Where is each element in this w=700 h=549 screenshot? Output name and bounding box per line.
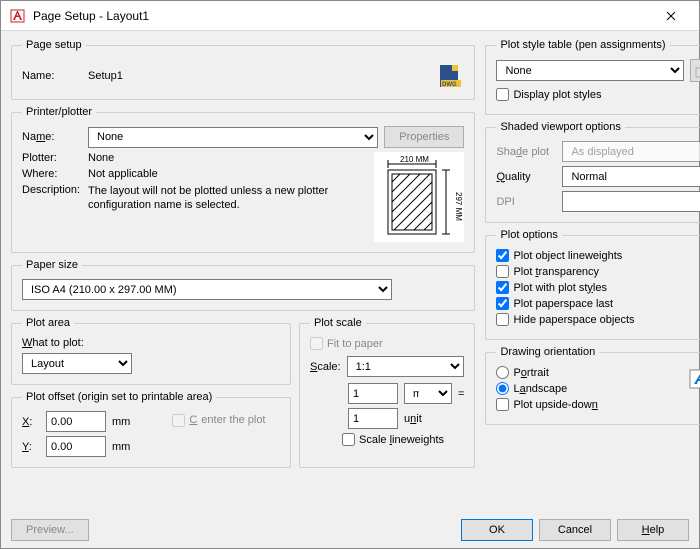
upside-down-check[interactable]: Plot upside-down [496,398,682,411]
page-setup-name-label: Name: [22,70,82,82]
orientation-legend: Drawing orientation [496,346,599,358]
x-unit: mm [112,416,130,428]
dwg-icon: DWG [438,63,464,89]
where-label: Where: [22,168,82,180]
scale-lineweights-check[interactable]: Scale lineweights [342,433,464,446]
what-to-plot-label: What to plot: [22,337,280,349]
y-unit: mm [112,441,130,453]
plot-offset-legend: Plot offset (origin set to printable are… [22,391,216,403]
y-label: Y: [22,441,40,453]
paper-size-legend: Paper size [22,259,82,271]
close-button[interactable] [651,2,691,30]
unit-label: unit [404,413,422,425]
scale-label: Scale: [310,361,341,373]
scale-select[interactable]: 1:1 [347,356,465,377]
lineweights-check[interactable]: Plot object lineweights [496,249,700,262]
titlebar: Page Setup - Layout1 [1,1,699,31]
shade-plot-select: As displayed [562,141,700,162]
fit-to-paper-check: Fit to paper [310,337,464,350]
paper-preview: 210 MM 297 MM [374,152,464,242]
shade-plot-label: Shade plot [496,146,556,158]
what-to-plot-select[interactable]: Layout [22,353,132,374]
paper-size-group: Paper size ISO A4 (210.00 x 297.00 MM) [11,259,475,311]
plot-area-group: Plot area What to plot: Layout [11,317,291,385]
hide-paperspace-check[interactable]: Hide paperspace objects [496,313,700,326]
equals-label: = [458,388,464,400]
shaded-group: Shaded viewport options Shade plot As di… [485,121,700,223]
dpi-input [562,191,700,212]
quality-select[interactable]: Normal [562,166,700,187]
portrait-radio[interactable]: Portrait [496,366,682,379]
desc-value: The layout will not be plotted unless a … [88,184,366,213]
printer-legend: Printer/plotter [22,106,96,118]
plot-scale-legend: Plot scale [310,317,366,329]
page-setup-name-value: Setup1 [88,70,432,82]
plot-options-legend: Plot options [496,229,561,241]
plotter-label: Plotter: [22,152,82,164]
properties-button[interactable]: Properties [384,126,464,148]
scale-top-input[interactable] [348,383,398,404]
paperspace-last-check[interactable]: Plot paperspace last [496,297,700,310]
plot-style-edit-button[interactable] [690,59,700,82]
plot-area-legend: Plot area [22,317,74,329]
help-button[interactable]: Help [617,519,689,541]
plotter-value: None [88,152,114,164]
plot-scale-group: Plot scale Fit to paper Scale: 1:1 [299,317,475,468]
orientation-icon [688,366,700,414]
page-setup-group: Page setup Name: Setup1 DWG [11,39,475,100]
plot-options-group: Plot options Plot object lineweights Plo… [485,229,700,340]
plot-style-legend: Plot style table (pen assignments) [496,39,669,51]
printer-name-label: Name: [22,131,82,143]
paper-size-select[interactable]: ISO A4 (210.00 x 297.00 MM) [22,279,392,300]
x-input[interactable] [46,411,106,432]
cancel-button[interactable]: Cancel [539,519,611,541]
window-title: Page Setup - Layout1 [33,9,651,23]
transparency-check[interactable]: Plot transparency [496,265,700,278]
page-setup-legend: Page setup [22,39,86,51]
svg-text:DWG: DWG [442,82,457,88]
plotstyles-check[interactable]: Plot with plot styles [496,281,700,294]
printer-name-select[interactable]: None [88,127,378,148]
plot-style-select[interactable]: None [496,60,684,81]
preview-button[interactable]: Preview... [11,519,89,541]
svg-text:210 MM: 210 MM [400,155,429,164]
quality-label: Quality [496,171,556,183]
svg-text:297 MM: 297 MM [454,192,463,221]
dpi-label: DPI [496,196,556,208]
plot-offset-group: Plot offset (origin set to printable are… [11,391,291,468]
landscape-radio[interactable]: Landscape [496,382,682,395]
orientation-group: Drawing orientation Portrait Landscape P… [485,346,700,425]
where-value: Not applicable [88,168,158,180]
app-icon [9,7,27,25]
ok-button[interactable]: OK [461,519,533,541]
center-plot-check: Center the plot [172,414,265,427]
scale-unit-select[interactable]: mm [404,383,452,404]
x-label: X: [22,416,40,428]
desc-label: Description: [22,184,82,196]
display-plot-styles-check[interactable]: Display plot styles [496,88,700,101]
plot-style-group: Plot style table (pen assignments) None … [485,39,700,115]
shaded-legend: Shaded viewport options [496,121,624,133]
y-input[interactable] [46,436,106,457]
scale-bottom-input[interactable] [348,408,398,429]
printer-group: Printer/plotter Name: None Properties Pl… [11,106,475,253]
